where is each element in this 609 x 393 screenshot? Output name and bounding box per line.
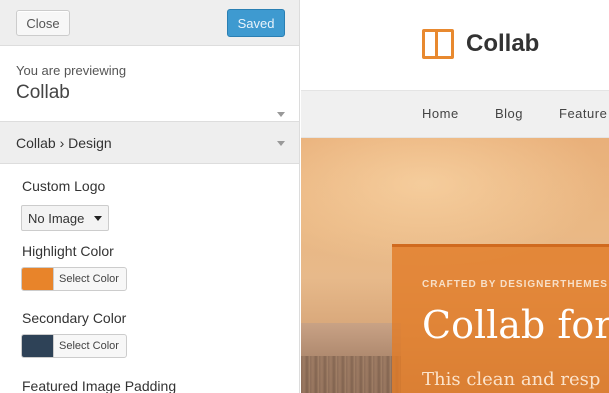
custom-logo-select[interactable]: No Image [21,205,109,231]
chevron-down-icon[interactable] [277,141,285,146]
customizer-sidebar: Close Saved You are previewing Collab Co… [0,0,300,393]
highlight-color-swatch [22,268,54,290]
close-button[interactable]: Close [16,10,70,36]
design-controls: Custom Logo No Image Highlight Color Sel… [0,164,299,393]
featured-image-padding-label: Featured Image Padding [22,378,177,393]
hero-overlay-box: CRAFTED BY DESIGNERTHEMES Collab for Thi… [392,244,609,393]
site-logo-text[interactable]: Collab [466,30,539,58]
hero-image: CRAFTED BY DESIGNERTHEMES Collab for Thi… [301,138,609,393]
dropdown-arrow-icon [94,216,102,221]
site-preview: Collab Home Blog Feature CRAFTED BY DESI… [301,0,609,393]
preview-label: You are previewing [16,63,127,78]
chevron-down-icon[interactable] [277,112,285,117]
preview-info-panel[interactable]: You are previewing Collab [0,46,299,122]
sidebar-header: Close Saved [0,0,299,46]
highlight-color-label: Highlight Color [22,243,114,259]
hero-subtitle: This clean and resp [422,369,601,390]
hero-city-skyline [301,356,401,393]
site-nav: Home Blog Feature [301,90,609,138]
highlight-color-picker[interactable]: Select Color [21,267,127,291]
custom-logo-selected-value: No Image [28,211,85,226]
saved-button[interactable]: Saved [227,9,285,37]
secondary-color-picker[interactable]: Select Color [21,334,127,358]
secondary-color-swatch [22,335,54,357]
secondary-color-label: Secondary Color [22,310,127,326]
section-header-design[interactable]: Collab › Design [0,122,299,164]
custom-logo-label: Custom Logo [22,178,106,194]
nav-item-features[interactable]: Feature [559,106,607,121]
hero-kicker: CRAFTED BY DESIGNERTHEMES [422,279,608,290]
site-header: Collab [301,0,609,90]
section-title: Collab › Design [16,135,112,151]
hero-title: Collab for [422,303,609,347]
logo-icon [422,29,454,59]
highlight-select-color-label: Select Color [59,273,119,285]
preview-theme-name: Collab [16,82,70,103]
nav-item-home[interactable]: Home [422,106,459,121]
nav-item-blog[interactable]: Blog [495,106,523,121]
secondary-select-color-label: Select Color [59,340,119,352]
